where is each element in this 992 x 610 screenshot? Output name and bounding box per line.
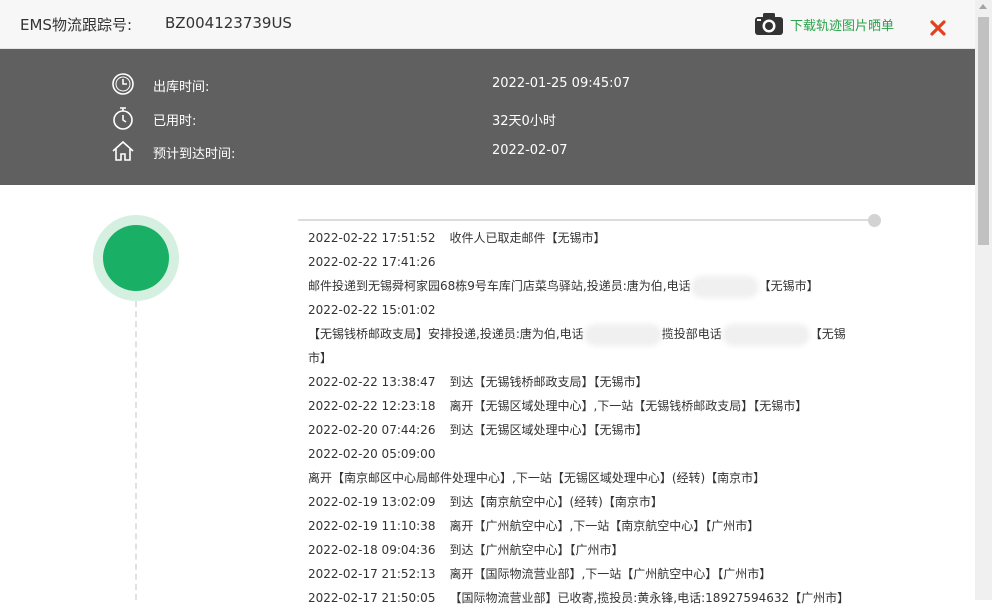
timeline-entry: 2022-02-22 17:41:26 邮件投递到无锡舜柯家园68栋9号车库门店… (308, 250, 858, 298)
entry-text: 到达【广州航空中心】【广州市】 (449, 543, 624, 557)
entry-time: 2022-02-19 13:02:09 (308, 495, 436, 509)
info-row-eta: 预计到达时间: 2022-02-07 (110, 136, 568, 166)
clock-icon (112, 73, 134, 95)
close-icon[interactable] (926, 16, 950, 40)
entry-time: 2022-02-20 07:44:26 (308, 423, 436, 437)
tracking-timeline: 2022-02-22 17:51:52 收件人已取走邮件【无锡市】 2022-02… (308, 226, 858, 610)
entry-time: 2022-02-18 09:04:36 (308, 543, 436, 557)
entry-text: 到达【无锡钱桥邮政支局】【无锡市】 (449, 375, 648, 389)
entry-text-tail: 【无锡市】 (758, 279, 819, 293)
stopwatch-icon (113, 107, 133, 130)
timeline-top-line (298, 219, 873, 221)
scrollbar-thumb[interactable] (978, 17, 989, 245)
entry-time: 2022-02-22 13:38:47 (308, 375, 436, 389)
eta-label: 预计到达时间: (153, 147, 236, 162)
timeline-dashed-line (135, 301, 137, 600)
timeline-entry: 2022-02-22 17:51:52 收件人已取走邮件【无锡市】 (308, 226, 858, 250)
eta-value: 2022-02-07 (492, 143, 568, 158)
entry-time: 2022-02-17 21:52:13 (308, 567, 436, 581)
status-circle (93, 215, 179, 301)
elapsed-value: 32天0小时 (492, 114, 556, 129)
home-icon (112, 140, 134, 161)
status-dot (103, 225, 169, 291)
entry-time: 2022-02-22 17:51:52 (308, 231, 436, 245)
entry-text: 邮件投递到无锡舜柯家园68栋9号车库门店菜鸟驿站,投递员:唐为伯,电话 (308, 279, 691, 293)
header-bar: EMS物流跟踪号: BZ004123739US 下载轨迹图片晒单 (0, 0, 975, 49)
vertical-scrollbar[interactable] (975, 0, 992, 600)
tracking-number: BZ004123739US (165, 14, 292, 32)
scroll-up-arrow-icon[interactable] (979, 4, 987, 9)
entry-text: 收件人已取走邮件【无锡市】 (449, 231, 606, 245)
redacted-phone (587, 327, 658, 342)
entry-time: 2022-02-22 12:23:18 (308, 399, 436, 413)
camera-icon (755, 13, 783, 35)
entry-text: 到达【无锡区域处理中心】【无锡市】 (449, 423, 648, 437)
download-label: 下载轨迹图片晒单 (790, 18, 895, 34)
info-row-ship-time: 出库时间: 2022-01-25 09:45:07 (110, 69, 630, 99)
entry-text: 【国际物流营业部】已收寄,揽投员:黄永锋,电话:18927594632【广州市】 (449, 591, 850, 605)
elapsed-label: 已用时: (153, 114, 197, 129)
entry-text: 离开【广州航空中心】,下一站【南京航空中心】【广州市】 (449, 519, 760, 533)
entry-time: 2022-02-22 15:01:02 (308, 303, 436, 317)
timeline-entry: 2022-02-18 09:04:36 到达【广州航空中心】【广州市】 (308, 538, 858, 562)
entry-time: 2022-02-20 05:09:00 (308, 447, 436, 461)
entry-text: 离开【国际物流营业部】,下一站【广州航空中心】【广州市】 (449, 567, 772, 581)
timeline-entry: 2022-02-22 12:23:18 离开【无锡区域处理中心】,下一站【无锡钱桥… (308, 394, 858, 418)
ship-time-label: 出库时间: (153, 80, 210, 95)
info-row-elapsed: 已用时: 32天0小时 (110, 103, 556, 133)
timeline-entry: 2022-02-19 13:02:09 到达【南京航空中心】(经转)【南京市】 (308, 490, 858, 514)
timeline-entry: 2022-02-20 07:44:26 到达【无锡区域处理中心】【无锡市】 (308, 418, 858, 442)
entry-text-mid: 揽投部电话 (661, 327, 722, 341)
entry-text: 【无锡钱桥邮政支局】安排投递,投递员:唐为伯,电话 (308, 327, 584, 341)
timeline-entry: 2022-02-20 05:09:00 离开【南京邮区中心局邮件处理中心】,下一… (308, 442, 858, 490)
redacted-phone (694, 279, 755, 294)
redacted-phone (725, 327, 806, 342)
entry-time: 2022-02-19 11:10:38 (308, 519, 436, 533)
entry-text: 到达【南京航空中心】(经转)【南京市】 (449, 495, 663, 509)
entry-text: 离开【南京邮区中心局邮件处理中心】,下一站【无锡区域处理中心】(经转)【南京市】 (308, 471, 766, 485)
timeline-entry: 2022-02-22 13:38:47 到达【无锡钱桥邮政支局】【无锡市】 (308, 370, 858, 394)
entry-time: 2022-02-22 17:41:26 (308, 255, 436, 269)
entry-time: 2022-02-17 21:50:05 (308, 591, 436, 605)
timeline-entry: 2022-02-17 21:52:13 离开【国际物流营业部】,下一站【广州航空中… (308, 562, 858, 586)
timeline-entry: 2022-02-19 11:10:38 离开【广州航空中心】,下一站【南京航空中心… (308, 514, 858, 538)
download-track-image-button[interactable]: 下载轨迹图片晒单 (754, 12, 894, 36)
shipment-info-panel: 出库时间: 2022-01-25 09:45:07 已用时: 32天0小时 预计… (0, 49, 975, 185)
timeline-top-dot (868, 214, 881, 227)
entry-text: 离开【无锡区域处理中心】,下一站【无锡钱桥邮政支局】【无锡市】 (449, 399, 808, 413)
tracking-label: EMS物流跟踪号: (20, 16, 132, 34)
timeline-entry: 2022-02-22 15:01:02 【无锡钱桥邮政支局】安排投递,投递员:唐… (308, 298, 858, 370)
ship-time-value: 2022-01-25 09:45:07 (492, 76, 631, 91)
timeline-entry: 2022-02-17 21:50:05 【国际物流营业部】已收寄,揽投员:黄永锋,… (308, 586, 858, 610)
